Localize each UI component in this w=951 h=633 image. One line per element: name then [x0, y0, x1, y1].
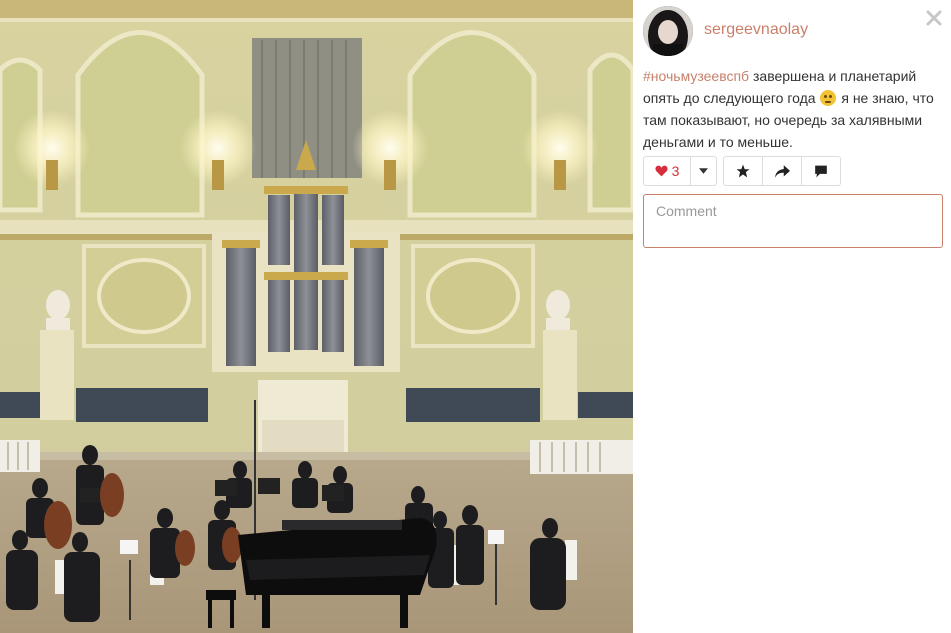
post-caption: #ночьмузеевспб завершена и планетарий оп…	[643, 65, 943, 153]
sad-face-emoji-icon	[820, 90, 837, 106]
avatar[interactable]	[643, 6, 693, 56]
like-count: 3	[671, 163, 680, 179]
favorite-button[interactable]	[723, 156, 763, 186]
comment-button[interactable]	[801, 156, 841, 186]
like-options-button[interactable]	[690, 156, 717, 186]
caret-down-icon	[699, 168, 708, 174]
star-icon	[736, 164, 750, 178]
heart-icon	[655, 165, 668, 177]
hashtag-link[interactable]: #ночьмузеевспб	[643, 68, 749, 84]
share-arrow-icon	[774, 164, 790, 178]
comment-input[interactable]	[643, 194, 943, 248]
share-button[interactable]	[762, 156, 802, 186]
like-button[interactable]: 3	[643, 156, 691, 186]
speech-bubble-icon	[815, 165, 827, 177]
post-photo	[0, 0, 633, 633]
close-icon[interactable]	[923, 8, 945, 30]
username-link[interactable]: sergeevnaolay	[704, 21, 808, 39]
post-details-panel: sergeevnaolay #ночьмузеевспб завершена и…	[633, 0, 951, 633]
